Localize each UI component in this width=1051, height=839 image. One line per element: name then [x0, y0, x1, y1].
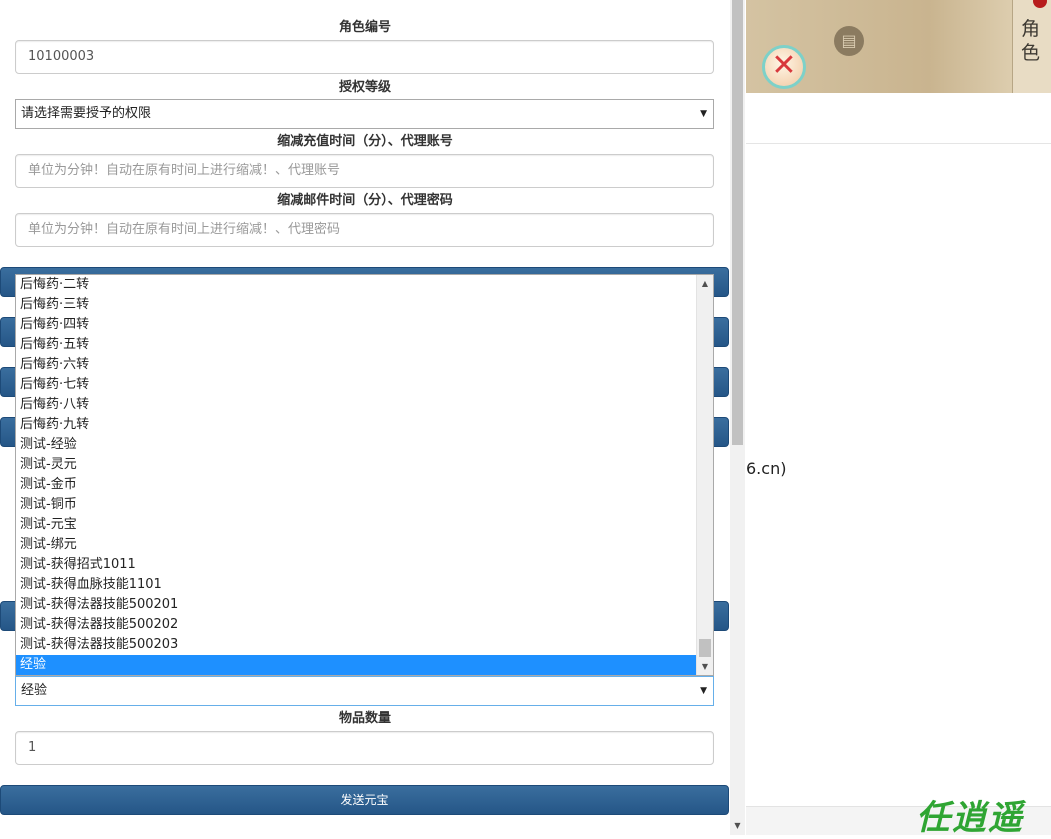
dropdown-option[interactable]: 测试-经验: [16, 435, 713, 455]
dropdown-option[interactable]: 测试-获得法器技能500201: [16, 595, 713, 615]
quantity-label: 物品数量: [338, 711, 391, 726]
dropdown-option[interactable]: 测试-获得法器技能500202: [16, 615, 713, 635]
game-side-panel: 角色: [1012, 0, 1051, 93]
auth-level-select[interactable]: 请选择需要授予的权限 ▼: [15, 99, 714, 129]
dropdown-option[interactable]: 经验: [16, 655, 713, 675]
scroll-down-icon[interactable]: ▼: [697, 658, 713, 675]
quantity-input[interactable]: 1: [15, 731, 714, 765]
scroll-up-icon[interactable]: ▲: [697, 275, 713, 292]
page-scrollbar[interactable]: ▼: [730, 0, 745, 835]
right-pane: ✕ ▤ 角色 6.cn) 任逍遥: [746, 0, 1051, 838]
role-id-input[interactable]: 10100003: [15, 40, 714, 74]
gm-form-panel: 角色编号 10100003 授权等级 请选择需要授予的权限 ▼ 缩减充值时间（分…: [0, 0, 730, 835]
dropdown-option[interactable]: 测试-铜币: [16, 495, 713, 515]
dropdown-option[interactable]: 后悔药·四转: [16, 315, 713, 335]
divider: [746, 143, 1051, 144]
item-select[interactable]: 经验 ▼: [15, 676, 714, 706]
dropdown-option[interactable]: 测试-金币: [16, 475, 713, 495]
chevron-down-icon: ▼: [700, 109, 707, 119]
auth-level-value: 请选择需要授予的权限: [21, 106, 152, 121]
chevron-down-icon: ▼: [700, 686, 707, 696]
partial-url-text: 6.cn): [746, 459, 787, 478]
mail-label: 缩减邮件时间（分）、代理密码: [277, 193, 453, 208]
dropdown-option[interactable]: 后悔药·五转: [16, 335, 713, 355]
dropdown-option[interactable]: 测试-获得法器技能500203: [16, 635, 713, 655]
close-icon: ✕: [762, 45, 806, 89]
watermark-logo: 任逍遥: [916, 798, 1024, 838]
dropdown-option[interactable]: 测试-绑元: [16, 535, 713, 555]
game-side-text: 角色: [1021, 18, 1041, 64]
dropdown-option[interactable]: 后悔药·三转: [16, 295, 713, 315]
dropdown-option[interactable]: 测试-元宝: [16, 515, 713, 535]
dropdown-option[interactable]: 测试-灵元: [16, 455, 713, 475]
item-dropdown-list[interactable]: 后悔药·二转 后悔药·三转 后悔药·四转 后悔药·五转 后悔药·六转 后悔药·七转 后悔药·…: [15, 274, 714, 676]
send-yuanbao-button[interactable]: 发送元宝: [0, 785, 729, 815]
scroll-down-icon[interactable]: ▼: [730, 819, 745, 833]
game-screenshot: ✕ ▤ 角色: [746, 0, 1051, 93]
recharge-label: 缩减充值时间（分）、代理账号: [277, 134, 453, 149]
document-icon: ▤: [834, 26, 864, 56]
page-scroll-thumb[interactable]: [732, 0, 743, 445]
dropdown-option[interactable]: 后悔药·九转: [16, 415, 713, 435]
dropdown-option[interactable]: 测试-获得招式1011: [16, 555, 713, 575]
auth-level-label: 授权等级: [338, 80, 391, 95]
dropdown-option[interactable]: 后悔药·八转: [16, 395, 713, 415]
item-select-value: 经验: [21, 683, 48, 698]
dropdown-scrollbar[interactable]: ▲ ▼: [696, 275, 713, 675]
dropdown-option[interactable]: 后悔药·七转: [16, 375, 713, 395]
mail-input[interactable]: 单位为分钟！自动在原有时间上进行缩减！、代理密码: [15, 213, 714, 247]
dropdown-option[interactable]: 后悔药·六转: [16, 355, 713, 375]
red-dot-icon: [1033, 0, 1047, 8]
dropdown-option[interactable]: 后悔药·二转: [16, 275, 713, 295]
scroll-thumb[interactable]: [699, 639, 711, 657]
dropdown-option[interactable]: 测试-获得血脉技能1101: [16, 575, 713, 595]
recharge-input[interactable]: 单位为分钟！自动在原有时间上进行缩减！、代理账号: [15, 154, 714, 188]
role-id-label: 角色编号: [338, 20, 391, 35]
